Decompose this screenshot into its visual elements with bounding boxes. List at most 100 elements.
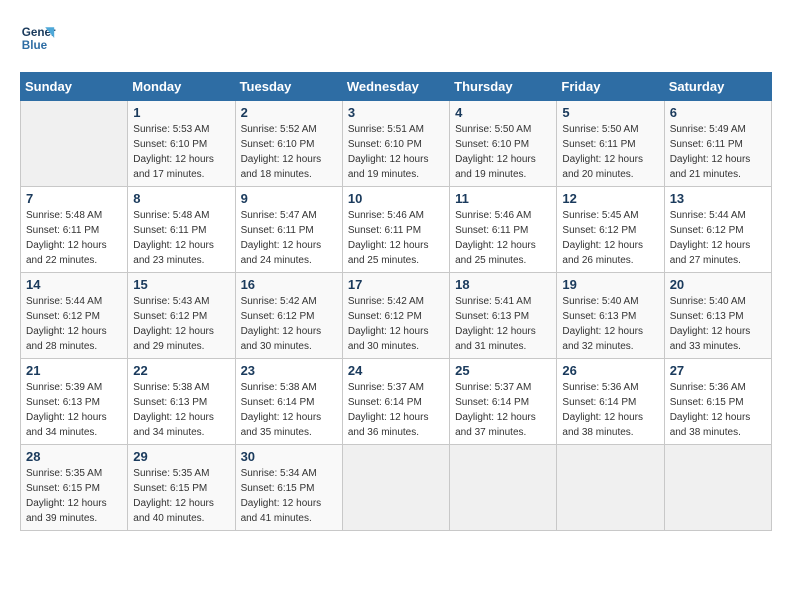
day-info: Sunrise: 5:36 AMSunset: 6:15 PMDaylight:… (670, 380, 766, 440)
day-number: 18 (455, 277, 551, 292)
weekday-header-monday: Monday (128, 73, 235, 101)
calendar-cell (664, 445, 771, 531)
calendar-cell: 1 Sunrise: 5:53 AMSunset: 6:10 PMDaylight… (128, 101, 235, 187)
day-number: 2 (241, 105, 337, 120)
day-number: 9 (241, 191, 337, 206)
calendar-cell: 11 Sunrise: 5:46 AMSunset: 6:11 PMDayligh… (450, 187, 557, 273)
day-number: 24 (348, 363, 444, 378)
day-number: 22 (133, 363, 229, 378)
calendar-cell: 13 Sunrise: 5:44 AMSunset: 6:12 PMDayligh… (664, 187, 771, 273)
calendar-cell: 28Sunrise: 5:35 AMSunset: 6:15 PMDayligh… (21, 445, 128, 531)
calendar-cell: 2 Sunrise: 5:52 AMSunset: 6:10 PMDaylight… (235, 101, 342, 187)
day-info: Sunrise: 5:37 AMSunset: 6:14 PMDaylight:… (455, 380, 551, 440)
day-number: 29 (133, 449, 229, 464)
logo-icon: General Blue (20, 20, 56, 56)
day-number: 27 (670, 363, 766, 378)
day-info: Sunrise: 5:48 AMSunset: 6:11 PMDaylight:… (133, 208, 229, 268)
day-info: Sunrise: 5:40 AMSunset: 6:13 PMDaylight:… (670, 294, 766, 354)
calendar-cell: 19 Sunrise: 5:40 AMSunset: 6:13 PMDayligh… (557, 273, 664, 359)
calendar-cell: 5Sunrise: 5:50 AMSunset: 6:11 PMDaylight… (557, 101, 664, 187)
day-number: 17 (348, 277, 444, 292)
day-info: Sunrise: 5:45 AMSunset: 6:12 PMDaylight:… (562, 208, 658, 268)
calendar-cell: 14Sunrise: 5:44 AMSunset: 6:12 PMDayligh… (21, 273, 128, 359)
day-info: Sunrise: 5:42 AMSunset: 6:12 PMDaylight:… (241, 294, 337, 354)
day-info: Sunrise: 5:39 AMSunset: 6:13 PMDaylight:… (26, 380, 122, 440)
weekday-header-thursday: Thursday (450, 73, 557, 101)
day-number: 6 (670, 105, 766, 120)
calendar-cell: 23 Sunrise: 5:38 AMSunset: 6:14 PMDayligh… (235, 359, 342, 445)
day-info: Sunrise: 5:43 AMSunset: 6:12 PMDaylight:… (133, 294, 229, 354)
day-number: 26 (562, 363, 658, 378)
calendar-cell: 16 Sunrise: 5:42 AMSunset: 6:12 PMDayligh… (235, 273, 342, 359)
day-info: Sunrise: 5:46 AMSunset: 6:11 PMDaylight:… (348, 208, 444, 268)
calendar-cell: 22 Sunrise: 5:38 AMSunset: 6:13 PMDayligh… (128, 359, 235, 445)
calendar-cell (557, 445, 664, 531)
day-info: Sunrise: 5:37 AMSunset: 6:14 PMDaylight:… (348, 380, 444, 440)
weekday-header-row: SundayMondayTuesdayWednesdayThursdayFrid… (21, 73, 772, 101)
calendar-cell: 24 Sunrise: 5:37 AMSunset: 6:14 PMDayligh… (342, 359, 449, 445)
calendar-cell: 26 Sunrise: 5:36 AMSunset: 6:14 PMDayligh… (557, 359, 664, 445)
day-info: Sunrise: 5:42 AMSunset: 6:12 PMDaylight:… (348, 294, 444, 354)
calendar-cell: 10 Sunrise: 5:46 AMSunset: 6:11 PMDayligh… (342, 187, 449, 273)
day-info: Sunrise: 5:38 AMSunset: 6:14 PMDaylight:… (241, 380, 337, 440)
svg-text:Blue: Blue (22, 39, 48, 52)
day-number: 21 (26, 363, 122, 378)
day-number: 8 (133, 191, 229, 206)
calendar-cell: 4 Sunrise: 5:50 AMSunset: 6:10 PMDaylight… (450, 101, 557, 187)
calendar-week-row: 7 Sunrise: 5:48 AMSunset: 6:11 PMDaylight… (21, 187, 772, 273)
calendar-cell: 30Sunrise: 5:34 AMSunset: 6:15 PMDayligh… (235, 445, 342, 531)
logo: General Blue (20, 20, 60, 56)
day-number: 16 (241, 277, 337, 292)
day-info: Sunrise: 5:44 AMSunset: 6:12 PMDaylight:… (670, 208, 766, 268)
calendar-cell: 29 Sunrise: 5:35 AMSunset: 6:15 PMDayligh… (128, 445, 235, 531)
day-number: 13 (670, 191, 766, 206)
calendar-week-row: 14Sunrise: 5:44 AMSunset: 6:12 PMDayligh… (21, 273, 772, 359)
weekday-header-friday: Friday (557, 73, 664, 101)
day-number: 25 (455, 363, 551, 378)
calendar-cell: 27 Sunrise: 5:36 AMSunset: 6:15 PMDayligh… (664, 359, 771, 445)
day-info: Sunrise: 5:48 AMSunset: 6:11 PMDaylight:… (26, 208, 122, 268)
calendar-cell: 8 Sunrise: 5:48 AMSunset: 6:11 PMDaylight… (128, 187, 235, 273)
calendar-week-row: 28Sunrise: 5:35 AMSunset: 6:15 PMDayligh… (21, 445, 772, 531)
day-number: 1 (133, 105, 229, 120)
day-info: Sunrise: 5:35 AMSunset: 6:15 PMDaylight:… (26, 466, 122, 526)
day-info: Sunrise: 5:46 AMSunset: 6:11 PMDaylight:… (455, 208, 551, 268)
day-info: Sunrise: 5:50 AMSunset: 6:10 PMDaylight:… (455, 122, 551, 182)
page-header: General Blue (20, 20, 772, 56)
calendar-cell: 3Sunrise: 5:51 AMSunset: 6:10 PMDaylight… (342, 101, 449, 187)
day-number: 10 (348, 191, 444, 206)
day-info: Sunrise: 5:51 AMSunset: 6:10 PMDaylight:… (348, 122, 444, 182)
day-number: 23 (241, 363, 337, 378)
day-info: Sunrise: 5:52 AMSunset: 6:10 PMDaylight:… (241, 122, 337, 182)
day-info: Sunrise: 5:49 AMSunset: 6:11 PMDaylight:… (670, 122, 766, 182)
day-info: Sunrise: 5:36 AMSunset: 6:14 PMDaylight:… (562, 380, 658, 440)
calendar-table: SundayMondayTuesdayWednesdayThursdayFrid… (20, 72, 772, 531)
calendar-cell: 21 Sunrise: 5:39 AMSunset: 6:13 PMDayligh… (21, 359, 128, 445)
calendar-cell: 25 Sunrise: 5:37 AMSunset: 6:14 PMDayligh… (450, 359, 557, 445)
weekday-header-sunday: Sunday (21, 73, 128, 101)
calendar-cell: 15 Sunrise: 5:43 AMSunset: 6:12 PMDayligh… (128, 273, 235, 359)
day-info: Sunrise: 5:34 AMSunset: 6:15 PMDaylight:… (241, 466, 337, 526)
weekday-header-tuesday: Tuesday (235, 73, 342, 101)
day-number: 4 (455, 105, 551, 120)
calendar-cell (450, 445, 557, 531)
calendar-cell: 18 Sunrise: 5:41 AMSunset: 6:13 PMDayligh… (450, 273, 557, 359)
calendar-cell: 12Sunrise: 5:45 AMSunset: 6:12 PMDayligh… (557, 187, 664, 273)
day-number: 7 (26, 191, 122, 206)
calendar-week-row: 1 Sunrise: 5:53 AMSunset: 6:10 PMDaylight… (21, 101, 772, 187)
day-info: Sunrise: 5:38 AMSunset: 6:13 PMDaylight:… (133, 380, 229, 440)
day-number: 19 (562, 277, 658, 292)
day-info: Sunrise: 5:41 AMSunset: 6:13 PMDaylight:… (455, 294, 551, 354)
weekday-header-saturday: Saturday (664, 73, 771, 101)
day-number: 20 (670, 277, 766, 292)
calendar-cell: 9Sunrise: 5:47 AMSunset: 6:11 PMDaylight… (235, 187, 342, 273)
day-info: Sunrise: 5:40 AMSunset: 6:13 PMDaylight:… (562, 294, 658, 354)
day-number: 5 (562, 105, 658, 120)
day-number: 15 (133, 277, 229, 292)
calendar-cell: 17 Sunrise: 5:42 AMSunset: 6:12 PMDayligh… (342, 273, 449, 359)
day-info: Sunrise: 5:44 AMSunset: 6:12 PMDaylight:… (26, 294, 122, 354)
day-number: 11 (455, 191, 551, 206)
day-info: Sunrise: 5:35 AMSunset: 6:15 PMDaylight:… (133, 466, 229, 526)
calendar-week-row: 21 Sunrise: 5:39 AMSunset: 6:13 PMDayligh… (21, 359, 772, 445)
day-info: Sunrise: 5:53 AMSunset: 6:10 PMDaylight:… (133, 122, 229, 182)
